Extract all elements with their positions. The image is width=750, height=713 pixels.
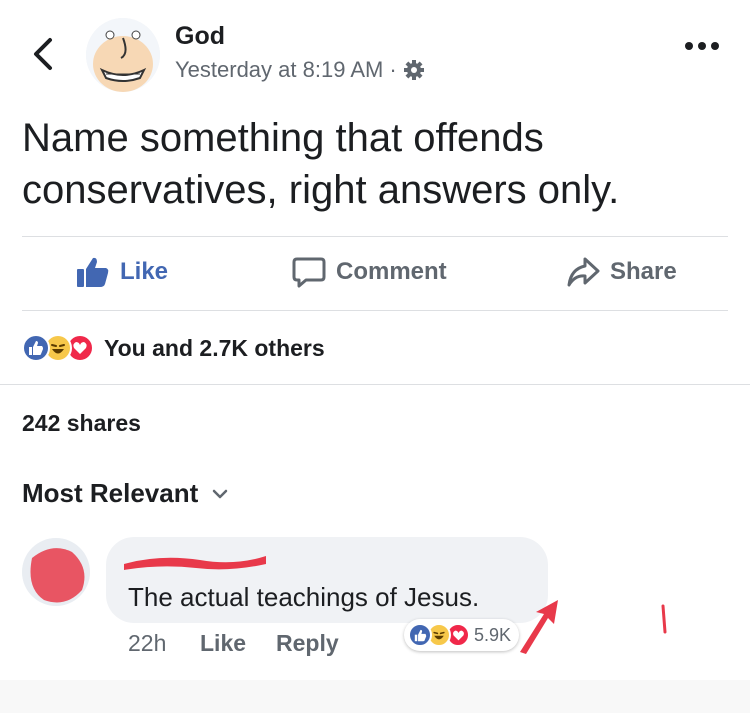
comment-bubble-icon [292, 257, 326, 288]
red-arrow-icon [520, 600, 558, 654]
meta-separator: · [389, 57, 397, 82]
like-reaction-icon [22, 334, 50, 362]
share-button[interactable]: Share [566, 256, 677, 288]
like-label: Like [120, 258, 169, 285]
share-label: Share [610, 258, 677, 285]
redaction-scribble [124, 556, 266, 570]
more-horizontal-icon [685, 42, 719, 50]
comment-reactions[interactable]: 5.9K [404, 619, 520, 651]
gear-icon [403, 60, 424, 80]
commenter-name-redacted[interactable] [120, 548, 270, 572]
back-button[interactable] [28, 36, 58, 72]
author-avatar[interactable] [86, 18, 160, 92]
comment-time: 22h [128, 630, 167, 656]
chevron-left-icon [34, 38, 52, 70]
bottom-area [0, 680, 750, 713]
redacted-avatar-scribble [22, 538, 90, 606]
comments-sort-dropdown[interactable]: Most Relevant [22, 478, 228, 509]
post-meta: Yesterday at 8:19 AM · [175, 57, 425, 83]
chevron-down-icon [213, 489, 228, 498]
comment-text: The actual teachings of Jesus. [128, 582, 480, 612]
comment-button[interactable]: Comment [292, 256, 447, 288]
commenter-avatar[interactable] [22, 538, 90, 606]
comment-reaction-count: 5.9K [474, 624, 512, 645]
like-button[interactable]: Like [76, 256, 168, 288]
like-reaction-icon [408, 623, 432, 647]
thumbs-up-icon [77, 257, 109, 287]
comment-like-button[interactable]: Like [200, 630, 246, 657]
more-options-button[interactable] [682, 36, 722, 56]
red-arrow-annotation [514, 596, 562, 656]
divider [22, 236, 728, 237]
reactions-count-text: You and 2.7K others [104, 334, 325, 361]
shares-count[interactable]: 242 shares [22, 410, 141, 437]
post-timestamp[interactable]: Yesterday at 8:19 AM [175, 57, 383, 83]
comment-label: Comment [336, 258, 447, 285]
sort-label: Most Relevant [22, 478, 199, 508]
post-text: Name something that offends conservative… [22, 116, 620, 212]
cartoon-face-avatar [86, 18, 160, 92]
share-arrow-icon [567, 257, 600, 287]
author-name[interactable]: God [175, 22, 225, 51]
comment-reply-button[interactable]: Reply [276, 630, 339, 657]
divider [0, 384, 750, 385]
reactions-summary[interactable]: You and 2.7K others [22, 334, 325, 362]
red-mark [660, 604, 668, 634]
divider [22, 310, 728, 311]
